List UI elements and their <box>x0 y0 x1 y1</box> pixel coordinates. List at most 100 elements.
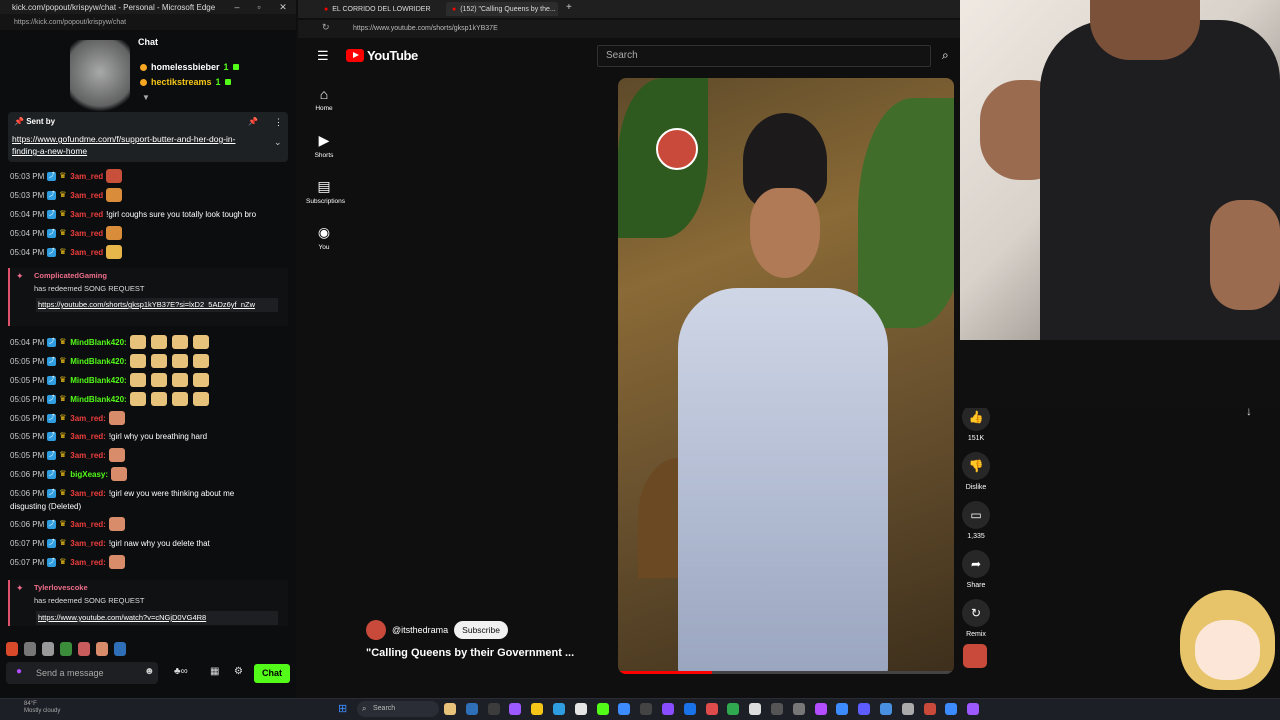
discord-icon[interactable] <box>509 703 522 715</box>
share-icon[interactable]: ➦ <box>962 550 990 578</box>
channel-avatar[interactable] <box>366 620 386 640</box>
gift-sub-icon[interactable]: ♣∞ <box>174 666 188 677</box>
redeem-user[interactable]: ComplicatedGaming <box>34 271 107 280</box>
emote-icon[interactable] <box>60 642 72 656</box>
start-icon[interactable]: ⊞ <box>338 702 347 715</box>
redeem-user[interactable]: Tylerlovescoke <box>34 583 88 592</box>
send-chat-button[interactable]: Chat <box>254 664 290 683</box>
emote-bar[interactable] <box>6 642 186 656</box>
tab-el-corrido[interactable]: ● EL CORRIDO DEL LOWRIDER <box>318 2 450 16</box>
emote-icon[interactable] <box>78 642 90 656</box>
minimize-icon[interactable]: – <box>226 0 248 14</box>
app-icon[interactable] <box>792 703 805 715</box>
message-username[interactable]: 3am_red: <box>70 558 106 567</box>
remix-icon[interactable]: ↻ <box>962 599 990 627</box>
redeem-link[interactable]: https://www.youtube.com/watch?v=cNGjD0VG… <box>36 611 278 625</box>
explorer-icon[interactable] <box>444 703 456 715</box>
emote-icon[interactable] <box>6 642 18 656</box>
emote-icon[interactable] <box>42 642 54 656</box>
message-username[interactable]: 3am_red <box>70 172 103 181</box>
teams-icon[interactable] <box>858 703 871 715</box>
weather-widget[interactable]: 84°F Mostly cloudy <box>24 701 60 715</box>
taskbar-search[interactable]: ⌕ Search <box>357 701 439 717</box>
message-username[interactable]: MindBlank420: <box>70 376 126 385</box>
subscribe-button[interactable]: Subscribe <box>454 621 508 639</box>
store-icon[interactable] <box>618 703 631 715</box>
message-username[interactable]: MindBlank420: <box>70 357 126 366</box>
next-short-icon[interactable]: ↓ <box>1246 404 1252 418</box>
channel-name[interactable]: @itsthedrama <box>392 625 448 635</box>
chat-address-bar[interactable]: https://kick.com/popout/krispyw/chat <box>0 14 296 30</box>
unpin-icon[interactable]: 📌 <box>248 117 258 126</box>
message-username[interactable]: 3am_red: <box>70 539 106 548</box>
sound-thumbnail[interactable] <box>963 644 987 668</box>
video-title[interactable]: "Calling Queens by their Government ... <box>366 647 574 659</box>
message-username[interactable]: 3am_red: <box>70 489 106 498</box>
comment-icon[interactable]: ▭ <box>962 501 990 529</box>
message-username[interactable]: 3am_red: <box>70 432 106 441</box>
message-username[interactable]: 3am_red <box>70 191 103 200</box>
video-progress-track[interactable] <box>618 671 954 674</box>
message-username[interactable]: MindBlank420: <box>70 395 126 404</box>
pinned-link[interactable]: https://www.gofundme.com/f/support-butte… <box>12 133 262 157</box>
message-username[interactable]: 3am_red <box>70 210 103 219</box>
photos-icon[interactable] <box>880 703 892 715</box>
sidebar-item-subscriptions[interactable]: ▤ Subscriptions <box>306 178 345 205</box>
search-icon[interactable]: ⌕ <box>942 48 949 63</box>
notes-icon[interactable] <box>749 703 762 715</box>
tab-calling-queens[interactable]: ● (152) "Calling Queens by the... <box>446 2 558 16</box>
action-share[interactable]: ➦ Share <box>960 550 992 589</box>
menu-icon[interactable]: ☰ <box>317 48 329 64</box>
chrome-icon[interactable] <box>574 703 587 715</box>
send-message-input[interactable]: ● Send a message ☻ <box>6 662 158 684</box>
message-username[interactable]: 3am_red: <box>70 451 106 460</box>
sidebar-item-home[interactable]: ⌂ Home <box>306 86 342 112</box>
settings-icon[interactable]: ⚙ <box>234 666 243 677</box>
action-comment[interactable]: ▭ 1,335 <box>960 501 992 540</box>
emote-icon[interactable] <box>24 642 36 656</box>
message-username[interactable]: bigXeasy: <box>70 470 108 479</box>
twitch-icon[interactable] <box>814 703 827 715</box>
sidebar-item-you[interactable]: ◉ You <box>306 224 342 251</box>
dislike-icon[interactable]: 👎 <box>962 452 990 480</box>
pinned-message[interactable]: 📌 Sent by 📌 ⋮ ⌄ https://www.gofundme.com… <box>8 112 288 162</box>
terminal-icon[interactable] <box>487 703 500 715</box>
action-dislike[interactable]: 👎 Dislike <box>960 452 992 491</box>
new-tab-icon[interactable]: + <box>566 2 572 13</box>
message-username[interactable]: 3am_red: <box>70 520 106 529</box>
emoji-icon[interactable]: ☻ <box>144 666 155 677</box>
chevron-down-icon[interactable]: ⌄ <box>274 137 282 148</box>
media-icon[interactable] <box>705 703 718 715</box>
message-username[interactable]: 3am_red: <box>70 414 106 423</box>
vscode-icon[interactable] <box>836 703 849 715</box>
expand-leaderboard-icon[interactable]: ▼ <box>142 93 150 102</box>
action-like[interactable]: 👍 151K <box>960 403 992 442</box>
message-username[interactable]: 3am_red <box>70 229 103 238</box>
maximize-icon[interactable]: ▫ <box>248 0 270 14</box>
action-remix[interactable]: ↻ Remix <box>960 599 992 638</box>
outlook-icon[interactable] <box>945 703 958 715</box>
message-username[interactable]: MindBlank420: <box>70 338 126 347</box>
app-icon[interactable] <box>640 703 653 715</box>
sidebar-item-shorts[interactable]: ▶ Shorts <box>306 132 342 159</box>
search-input[interactable]: Search <box>597 45 931 67</box>
mail-icon[interactable] <box>553 703 565 715</box>
youtube-icon[interactable] <box>923 703 936 715</box>
youtube-logo[interactable]: YouTube <box>346 48 418 63</box>
obs-icon[interactable] <box>662 703 674 715</box>
short-video-player[interactable] <box>618 78 954 674</box>
edge-icon[interactable] <box>465 703 478 715</box>
emote-icon[interactable] <box>114 642 126 656</box>
close-icon[interactable]: ✕ <box>272 0 294 14</box>
redeem-link[interactable]: https://youtube.com/shorts/gksp1kYB37E?s… <box>36 298 278 312</box>
spotify-icon[interactable] <box>727 703 740 715</box>
tool-icon[interactable] <box>771 703 783 715</box>
reload-icon[interactable]: ↻ <box>322 22 330 33</box>
message-username[interactable]: 3am_red <box>70 248 103 257</box>
calendar-icon[interactable] <box>683 703 696 715</box>
settings-icon[interactable] <box>901 703 914 715</box>
emote-icon[interactable] <box>96 642 108 656</box>
store-icon[interactable]: ▦ <box>210 666 219 677</box>
youtube-url[interactable]: https://www.youtube.com/shorts/gksp1kYB3… <box>345 22 945 36</box>
mic-icon[interactable]: ● <box>16 666 22 677</box>
